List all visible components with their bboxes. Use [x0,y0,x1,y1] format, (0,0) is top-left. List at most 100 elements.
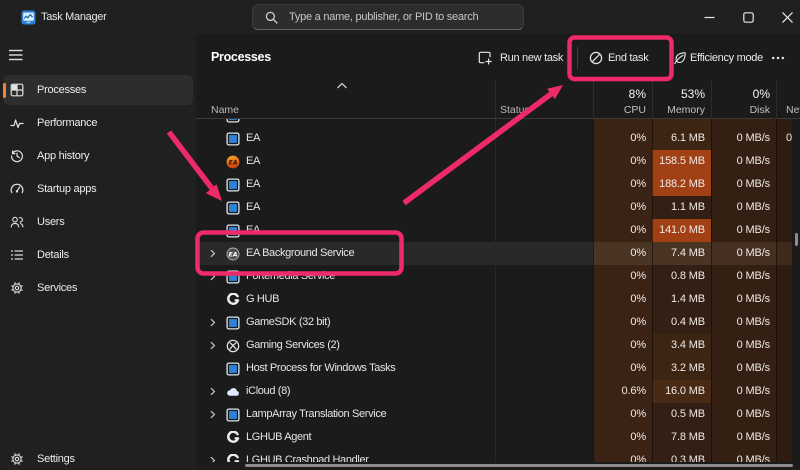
memory-cell: 16.0 MB [652,380,711,403]
expand-chevron-icon[interactable] [208,272,217,281]
expand-chevron-icon[interactable] [208,410,217,419]
sidebar-item-startup-apps[interactable]: Startup apps [3,174,193,204]
more-options-button[interactable] [771,44,785,72]
disk-value: 0 MB/s [706,334,770,357]
process-name: EA [246,196,260,219]
horizontal-scrollbar-track[interactable] [196,462,800,470]
table-row[interactable]: EA 0% 1.1 MB 0 MB/s [196,196,800,219]
ea-red-icon: EA [226,155,240,169]
expand-chevron-icon[interactable] [208,249,217,258]
disk-value: 0 MB/s [706,380,770,403]
table-row[interactable]: EA [196,119,800,127]
disk-value: 0 MB/s [706,150,770,173]
vertical-scrollbar-thumb[interactable] [795,233,798,246]
column-header-network[interactable]: Network [786,104,800,116]
expand-chevron-icon[interactable] [208,318,217,327]
status-cell [495,265,593,288]
disk-cell: 0 MB/s [711,403,776,426]
cpu-cell: 0% [593,403,652,426]
table-row[interactable]: LGHUB Agent 0% 7.8 MB 0 MB/s [196,426,800,449]
ea-window-icon [226,362,240,376]
memory-value: 3.4 MB [647,334,705,357]
table-row[interactable]: EA 0% 141.0 MB 0 MB/s [196,219,800,242]
table-row[interactable]: Gaming Services (2) 0% 3.4 MB 0 MB/s [196,334,800,357]
ea-window-icon [226,316,240,330]
column-header-name[interactable]: Name [211,104,239,116]
sidebar-item-details[interactable]: Details [3,240,193,270]
sidebar-item-label: Details [37,249,69,261]
minimize-button[interactable] [689,0,729,34]
disk-cell: 0 MB/s [711,265,776,288]
search-box[interactable]: Type a name, publisher, or PID to search [252,4,524,30]
sort-ascending-caret-icon[interactable] [336,82,348,90]
vertical-scrollbar-track[interactable] [792,119,800,462]
disk-value: 0 MB/s [706,426,770,449]
details-icon [10,248,24,262]
startup-apps-icon [10,182,24,196]
status-value [502,127,599,150]
end-task-button[interactable]: End task [589,44,648,72]
table-row[interactable]: G HUB 0% 1.4 MB 0 MB/s [196,288,800,311]
status-value [502,311,599,334]
sidebar-nav-list: Processes Performance App history Startu… [0,75,196,306]
toolbar: Run new task End task [196,34,800,80]
maximize-button[interactable] [728,0,768,34]
sidebar-item-label: Settings [37,453,75,465]
table-row[interactable]: Host Process for Windows Tasks 0% 3.2 MB… [196,357,800,380]
sidebar-item-services[interactable]: Services [3,273,193,303]
cpu-value: 0% [588,173,646,196]
disk-cell: 0 MB/s [711,173,776,196]
column-header-memory[interactable]: Memory [667,104,705,116]
run-new-task-button[interactable]: Run new task [478,44,563,72]
name-cell: Host Process for Windows Tasks [196,357,495,380]
column-header-status[interactable]: Status [500,104,530,116]
process-name: EA Background Service [246,242,354,265]
disk-value: 0 MB/s [706,242,770,265]
titlebar: Task Manager Type a name, publisher, or … [0,0,800,34]
table-row[interactable]: iCloud (8) 0.6% 16.0 MB 0 MB/s [196,380,800,403]
sidebar-item-app-history[interactable]: App history [3,141,193,171]
table-row[interactable]: GameSDK (32 bit) 0% 0.4 MB 0 MB/s [196,311,800,334]
selected-accent-pill [3,83,6,98]
table-row[interactable]: EA EA 0% 158.5 MB 0 MB/s [196,150,800,173]
process-name: EA [246,119,260,127]
efficiency-mode-button[interactable]: Efficiency mode [673,44,763,72]
more-icon [771,51,785,65]
cpu-cell: 0% [593,334,652,357]
expand-chevron-icon[interactable] [208,341,217,350]
disk-value: 0 MB/s [706,196,770,219]
status-cell [495,380,593,403]
app-history-icon [10,149,24,163]
cpu-total-percent: 8% [629,87,646,101]
memory-cell: 3.4 MB [652,334,711,357]
name-cell: EA [196,173,495,196]
memory-cell: 188.2 MB [652,173,711,196]
sidebar-item-label: Users [37,216,64,228]
search-placeholder: Type a name, publisher, or PID to search [289,5,478,29]
expand-chevron-icon[interactable] [208,387,217,396]
memory-cell: 6.1 MB [652,127,711,150]
close-button[interactable] [767,0,800,34]
memory-value: 188.2 MB [647,173,705,196]
memory-value: 1.1 MB [647,196,705,219]
table-row[interactable]: EA 0% 188.2 MB 0 MB/s [196,173,800,196]
menu-toggle-icon[interactable] [8,48,24,62]
processes-icon [10,83,24,97]
column-header-disk[interactable]: Disk [750,104,770,116]
column-header-cpu[interactable]: CPU [624,104,646,116]
cpu-cell: 0% [593,311,652,334]
table-row[interactable]: EA EA Background Service 0% 7.4 MB 0 MB/… [196,242,800,265]
table-row[interactable]: EA 0% 6.1 MB 0 MB/s 0. [196,127,800,150]
horizontal-scrollbar-thumb[interactable] [245,464,793,467]
cpu-value: 0% [588,242,646,265]
sidebar-item-users[interactable]: Users [3,207,193,237]
status-cell [495,403,593,426]
memory-value: 6.1 MB [647,127,705,150]
table-row[interactable]: Fortemedia Service 0% 0.8 MB 0 MB/s [196,265,800,288]
disk-cell: 0 MB/s [711,127,776,150]
sidebar-item-performance[interactable]: Performance [3,108,193,138]
status-cell [495,426,593,449]
sidebar-item-processes[interactable]: Processes [3,75,193,105]
table-row[interactable]: LampArray Translation Service 0% 0.5 MB … [196,403,800,426]
sidebar-item-settings[interactable]: Settings [3,444,193,470]
